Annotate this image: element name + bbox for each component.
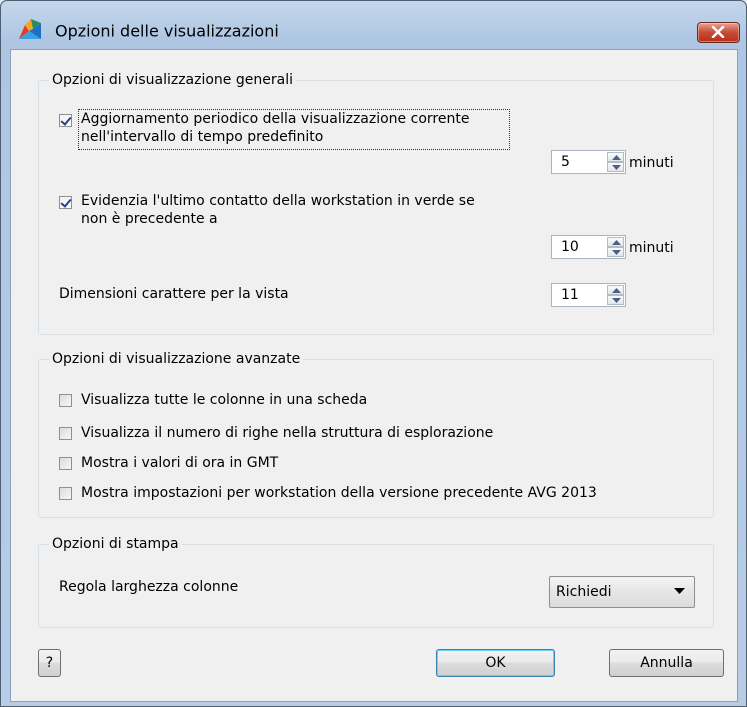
- avg-logo-icon: [19, 19, 41, 39]
- column-width-value[interactable]: Richiedi: [556, 584, 611, 600]
- refresh-interval-unit: minuti: [629, 155, 674, 171]
- row-count-label[interactable]: Visualizza il numero di righe nella stru…: [81, 425, 493, 442]
- font-size-label: Dimensioni carattere per la vista: [59, 286, 289, 302]
- periodic-refresh-checkbox[interactable]: [59, 114, 72, 127]
- arrow-up-icon: [612, 240, 621, 245]
- close-button[interactable]: [697, 22, 740, 43]
- title-bar[interactable]: Opzioni delle visualizzazioni: [1, 1, 746, 43]
- arrow-down-icon: [612, 165, 621, 170]
- arrow-down-icon: [612, 298, 621, 303]
- arrow-up-icon: [612, 155, 621, 160]
- legacy-settings-checkbox[interactable]: [59, 487, 72, 500]
- row-count-checkbox[interactable]: [59, 427, 72, 440]
- chevron-down-icon: [674, 588, 685, 594]
- highlight-contact-label-line1[interactable]: Evidenzia l'ultimo contatto della workst…: [81, 193, 475, 210]
- periodic-refresh-label-line2[interactable]: nell'intervallo di tempo predefinito: [81, 129, 323, 146]
- contact-age-value[interactable]: 10: [561, 239, 579, 255]
- advanced-options-label: Opzioni di visualizzazione avanzate: [49, 351, 304, 368]
- spin-up-button[interactable]: [607, 152, 624, 162]
- dialog-body: Opzioni di visualizzazione generali Aggi…: [10, 49, 738, 702]
- options-dialog: Opzioni delle visualizzazioni Opzioni di…: [0, 0, 747, 707]
- font-size-stepper[interactable]: 11: [551, 283, 626, 307]
- legacy-settings-label[interactable]: Mostra impostazioni per workstation dell…: [81, 485, 597, 502]
- general-options-label: Opzioni di visualizzazione generali: [49, 72, 296, 89]
- all-columns-checkbox[interactable]: [59, 394, 72, 407]
- contact-age-stepper[interactable]: 10: [551, 235, 626, 259]
- help-button[interactable]: ?: [38, 649, 61, 677]
- gmt-time-checkbox[interactable]: [59, 457, 72, 470]
- all-columns-label[interactable]: Visualizza tutte le colonne in una sched…: [81, 392, 367, 409]
- spin-up-button[interactable]: [607, 237, 624, 247]
- highlight-contact-label-line2[interactable]: non è precedente a: [81, 211, 218, 228]
- periodic-refresh-label-line1[interactable]: Aggiornamento periodico della visualizza…: [81, 111, 469, 128]
- font-size-value[interactable]: 11: [561, 287, 579, 303]
- ok-button[interactable]: OK: [436, 649, 555, 677]
- arrow-down-icon: [612, 250, 621, 255]
- window-title: Opzioni delle visualizzazioni: [55, 21, 279, 41]
- arrow-up-icon: [612, 288, 621, 293]
- highlight-contact-checkbox[interactable]: [59, 196, 72, 209]
- refresh-interval-value[interactable]: 5: [561, 154, 570, 170]
- refresh-interval-stepper[interactable]: 5: [551, 150, 626, 174]
- column-width-label: Regola larghezza colonne: [59, 579, 239, 595]
- column-width-dropdown[interactable]: Richiedi: [549, 576, 695, 608]
- spin-down-button[interactable]: [607, 162, 624, 172]
- gmt-time-label[interactable]: Mostra i valori di ora in GMT: [81, 455, 278, 472]
- spin-down-button[interactable]: [607, 295, 624, 305]
- close-icon: [711, 26, 725, 38]
- print-options-label: Opzioni di stampa: [49, 536, 182, 553]
- contact-age-unit: minuti: [629, 240, 674, 256]
- spin-up-button[interactable]: [607, 285, 624, 295]
- cancel-button[interactable]: Annulla: [609, 649, 724, 677]
- spin-down-button[interactable]: [607, 247, 624, 257]
